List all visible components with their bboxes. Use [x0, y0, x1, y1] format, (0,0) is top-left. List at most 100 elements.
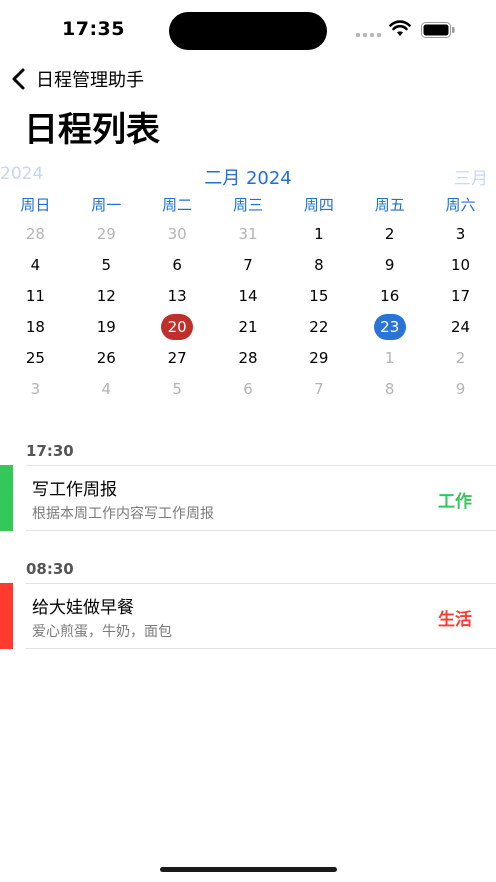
calendar-day[interactable]: 8	[354, 373, 425, 404]
calendar-day[interactable]: 7	[213, 249, 284, 280]
calendar-day-number: 11	[25, 286, 45, 305]
event-row[interactable]: 给大娃做早餐 爱心煎蛋，牛奶，面包 生活	[0, 583, 496, 649]
next-month-button[interactable]: 三月	[454, 164, 488, 189]
calendar-day-number: 1	[384, 348, 395, 367]
weekday-label: 周二	[162, 196, 193, 214]
page-title: 日程列表	[24, 110, 160, 150]
month-header: 二月 2024 2024 三月	[0, 164, 496, 190]
weekday-label: 周六	[445, 196, 476, 214]
event-description: 根据本周工作内容写工作周报	[32, 506, 214, 522]
calendar-day-number: 29	[96, 224, 116, 243]
back-button[interactable]: 日程管理助手	[10, 64, 144, 94]
event-category-tag: 生活	[438, 610, 472, 630]
calendar-day-number: 6	[243, 379, 253, 398]
cellular-signal-icon	[356, 31, 382, 37]
calendar-day[interactable]: 8	[283, 249, 354, 280]
calendar-day[interactable]: 23	[354, 311, 425, 342]
previous-month-button[interactable]: 2024	[0, 164, 43, 184]
calendar-day-number: 31	[238, 224, 258, 243]
wifi-icon	[389, 20, 411, 36]
calendar-day[interactable]: 1	[354, 342, 425, 373]
calendar-day-number: 28	[25, 224, 45, 243]
battery-icon	[421, 22, 455, 38]
calendar-day-number: 16	[380, 286, 400, 305]
calendar-day-number: 27	[167, 348, 187, 367]
calendar-day-number: 30	[167, 224, 187, 243]
calendar-day-number: 2	[384, 224, 395, 243]
calendar-day[interactable]: 9	[425, 373, 496, 404]
calendar-day[interactable]: 20	[142, 311, 213, 342]
calendar-day[interactable]: 14	[213, 280, 284, 311]
weekday-label: 周三	[232, 196, 263, 214]
calendar-day[interactable]: 11	[0, 280, 71, 311]
dynamic-island	[169, 12, 327, 50]
calendar-day[interactable]: 26	[71, 342, 142, 373]
status-time: 17:35	[62, 18, 125, 40]
event-row[interactable]: 写工作周报 根据本周工作内容写工作周报 工作	[0, 465, 496, 531]
calendar-day[interactable]: 12	[71, 280, 142, 311]
back-button-label: 日程管理助手	[36, 70, 144, 91]
calendar-day[interactable]: 6	[142, 249, 213, 280]
calendar-day[interactable]: 29	[71, 218, 142, 249]
calendar-day[interactable]: 31	[213, 218, 284, 249]
weekday-label: 周日	[20, 196, 51, 214]
calendar-day-number: 7	[243, 255, 253, 274]
calendar-day[interactable]: 4	[71, 373, 142, 404]
category-color-bar	[0, 465, 13, 531]
calendar-day-number: 20	[161, 313, 194, 340]
calendar-day[interactable]: 24	[425, 311, 496, 342]
calendar-day[interactable]: 22	[283, 311, 354, 342]
calendar-day-number: 22	[309, 317, 329, 336]
calendar-day-number: 10	[451, 255, 471, 274]
calendar-day-number: 13	[167, 286, 187, 305]
calendar-day[interactable]: 29	[283, 342, 354, 373]
calendar-day[interactable]: 16	[354, 280, 425, 311]
calendar-day[interactable]: 3	[0, 373, 71, 404]
calendar-day-number: 4	[101, 379, 112, 398]
event-title: 给大娃做早餐	[32, 598, 134, 618]
weekday-label: 周四	[303, 196, 334, 214]
weekday-header: 周日 周一 周二 周三 周四 周五 周六	[0, 194, 496, 216]
calendar-day[interactable]: 18	[0, 311, 71, 342]
calendar-day-number: 7	[314, 379, 324, 398]
calendar-day-number: 23	[373, 313, 406, 340]
calendar-day[interactable]: 25	[0, 342, 71, 373]
calendar-day-number: 29	[309, 348, 329, 367]
calendar-day[interactable]: 2	[425, 342, 496, 373]
calendar-day[interactable]: 6	[213, 373, 284, 404]
calendar-day[interactable]: 3	[425, 218, 496, 249]
calendar-day-number: 4	[30, 255, 41, 274]
calendar-day[interactable]: 28	[213, 342, 284, 373]
calendar-day[interactable]: 30	[142, 218, 213, 249]
calendar-day-number: 5	[101, 255, 112, 274]
calendar-day[interactable]: 4	[0, 249, 71, 280]
calendar-day-number: 8	[384, 379, 395, 398]
calendar-day-number: 12	[96, 286, 116, 305]
divider	[26, 465, 496, 466]
calendar-day[interactable]: 1	[283, 218, 354, 249]
weekday-label: 周五	[374, 196, 405, 214]
calendar-day[interactable]: 5	[142, 373, 213, 404]
calendar-day-number: 14	[238, 286, 258, 305]
calendar-day-number: 28	[238, 348, 258, 367]
calendar-day-number: 25	[25, 348, 45, 367]
calendar-day[interactable]: 27	[142, 342, 213, 373]
calendar-day[interactable]: 15	[283, 280, 354, 311]
weekday-label: 周一	[91, 196, 122, 214]
calendar-day-number: 1	[314, 224, 324, 243]
calendar-day[interactable]: 13	[142, 280, 213, 311]
calendar-day-number: 21	[238, 317, 258, 336]
calendar-day[interactable]: 19	[71, 311, 142, 342]
calendar-day[interactable]: 2	[354, 218, 425, 249]
event-time-header: 08:30	[26, 560, 74, 578]
calendar-day[interactable]: 28	[0, 218, 71, 249]
calendar-day[interactable]: 9	[354, 249, 425, 280]
calendar-day[interactable]: 5	[71, 249, 142, 280]
calendar-day[interactable]: 7	[283, 373, 354, 404]
calendar-day-number: 3	[30, 379, 41, 398]
calendar-day-number: 19	[96, 317, 116, 336]
calendar-day[interactable]: 10	[425, 249, 496, 280]
calendar-day[interactable]: 17	[425, 280, 496, 311]
current-month-label: 二月 2024	[204, 168, 292, 189]
calendar-day[interactable]: 21	[213, 311, 284, 342]
